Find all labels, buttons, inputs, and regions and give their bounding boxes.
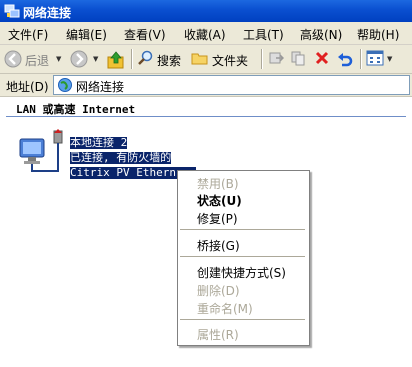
folders-label: 文件夹 bbox=[212, 54, 249, 68]
address-bar: 地址(D) 网络连接 bbox=[0, 74, 412, 97]
context-menu: 禁用(B) 状态(U) 修复(P) 桥接(G) 创建快捷方式(S) 删除(D) … bbox=[177, 170, 310, 346]
menu-advanced[interactable]: 高级(N) bbox=[300, 26, 342, 43]
toolbar: 后退 ▼ ▼ 搜索 文件夹 ▼ bbox=[0, 45, 412, 74]
toolbar-separator bbox=[131, 49, 133, 69]
connection-status: 已连接, 有防火墙的 bbox=[70, 152, 172, 164]
undo-icon bbox=[338, 53, 353, 67]
forward-dropdown-icon[interactable]: ▼ bbox=[93, 55, 98, 63]
up-button[interactable] bbox=[106, 49, 128, 69]
group-divider bbox=[6, 116, 406, 117]
group-header: LAN 或高速 Internet bbox=[16, 103, 136, 116]
forward-arrow-icon bbox=[70, 50, 88, 68]
menu-favorites[interactable]: 收藏(A) bbox=[184, 26, 226, 43]
menu-edit[interactable]: 编辑(E) bbox=[66, 26, 107, 43]
move-to-button[interactable] bbox=[268, 49, 286, 69]
back-button[interactable]: 后退 bbox=[4, 49, 64, 69]
toolbar-separator bbox=[261, 49, 263, 69]
copy-to-icon bbox=[291, 51, 305, 66]
views-dropdown-icon[interactable]: ▼ bbox=[387, 55, 392, 63]
menu-separator bbox=[180, 256, 305, 257]
window-title: 网络连接 bbox=[23, 6, 72, 20]
menu-disable[interactable]: 禁用(B) bbox=[197, 175, 239, 192]
search-button[interactable]: 搜索 bbox=[137, 49, 185, 69]
menu-separator bbox=[180, 319, 305, 320]
views-button[interactable] bbox=[366, 49, 398, 69]
menu-repair[interactable]: 修复(P) bbox=[197, 210, 238, 227]
folders-button[interactable]: 文件夹 bbox=[191, 49, 251, 69]
back-arrow-icon bbox=[4, 50, 22, 68]
network-connections-icon bbox=[4, 4, 20, 18]
back-dropdown-icon[interactable]: ▼ bbox=[56, 55, 61, 63]
folders-icon bbox=[191, 53, 208, 65]
menu-view[interactable]: 查看(V) bbox=[124, 26, 166, 43]
menu-rename[interactable]: 重命名(M) bbox=[197, 300, 253, 317]
connection-label[interactable]: 本地连接 2 已连接, 有防火墙的 Citrix PV Ethern... bbox=[70, 137, 196, 182]
menu-help[interactable]: 帮助(H) bbox=[357, 26, 399, 43]
menu-separator bbox=[180, 229, 305, 230]
menu-delete[interactable]: 删除(D) bbox=[197, 282, 240, 299]
menu-create-shortcut[interactable]: 创建快捷方式(S) bbox=[197, 264, 286, 281]
views-icon bbox=[366, 50, 384, 66]
menu-bridge[interactable]: 桥接(G) bbox=[197, 237, 240, 254]
menu-tools[interactable]: 工具(T) bbox=[243, 26, 284, 43]
move-to-icon bbox=[269, 52, 284, 64]
network-globe-icon bbox=[58, 78, 72, 92]
address-field[interactable]: 网络连接 bbox=[53, 75, 410, 95]
connection-name: 本地连接 2 bbox=[70, 137, 128, 149]
search-label: 搜索 bbox=[157, 54, 182, 68]
address-label: 地址(D) bbox=[6, 80, 49, 94]
menu-properties[interactable]: 属性(R) bbox=[197, 326, 239, 343]
delete-button[interactable] bbox=[314, 49, 332, 69]
menu-status[interactable]: 状态(U) bbox=[197, 192, 242, 209]
copy-to-button[interactable] bbox=[290, 49, 308, 69]
undo-button[interactable] bbox=[336, 49, 354, 69]
forward-button[interactable] bbox=[70, 49, 92, 69]
folder-up-icon bbox=[107, 51, 124, 69]
title-bar: 网络连接 bbox=[0, 0, 412, 22]
toolbar-separator bbox=[360, 49, 362, 69]
delete-x-icon bbox=[315, 51, 329, 65]
address-value: 网络连接 bbox=[76, 80, 125, 94]
search-icon bbox=[138, 50, 153, 65]
menu-file[interactable]: 文件(F) bbox=[8, 26, 48, 43]
menu-bar: 文件(F) 编辑(E) 查看(V) 收藏(A) 工具(T) 高级(N) 帮助(H… bbox=[0, 22, 412, 45]
local-connection-icon[interactable] bbox=[18, 129, 68, 175]
back-label: 后退 bbox=[25, 54, 50, 68]
